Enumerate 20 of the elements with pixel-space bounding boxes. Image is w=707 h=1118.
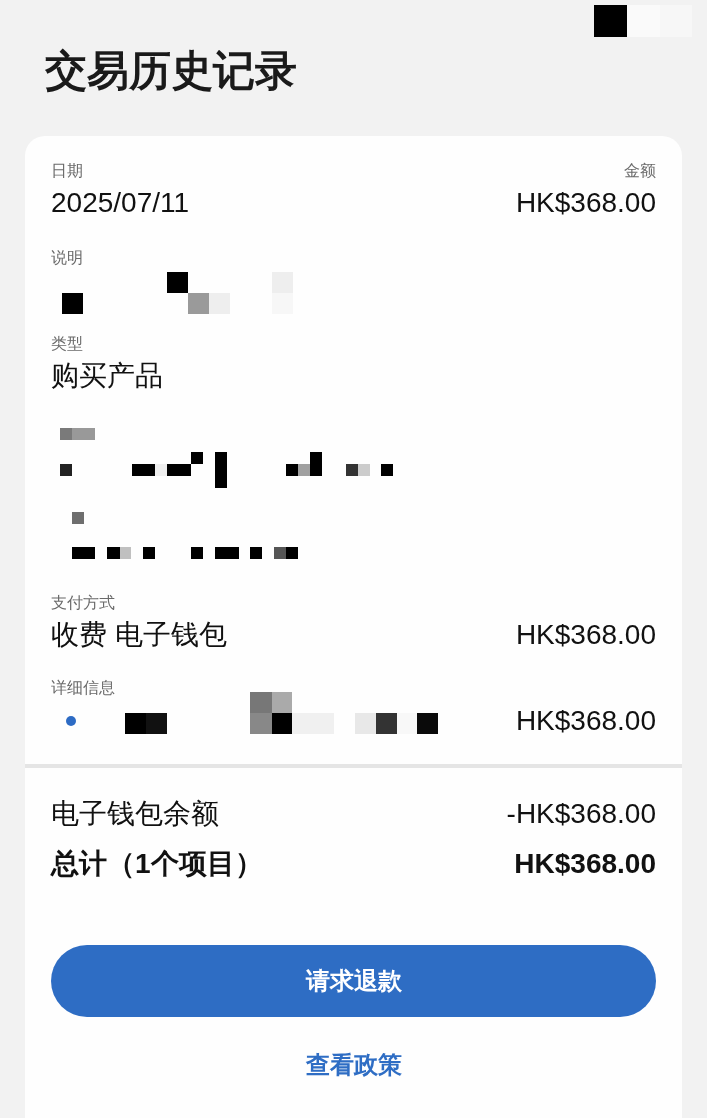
total-label: 总计（1个项目） bbox=[51, 847, 263, 881]
field-value: 收费 电子钱包 bbox=[51, 618, 227, 652]
summary-label: 电子钱包余额 bbox=[51, 797, 219, 831]
amount-value: HK$368.00 bbox=[515, 186, 656, 220]
field-label: 日期 bbox=[51, 161, 83, 181]
field-label: 详细信息 bbox=[51, 678, 115, 698]
amount-value: HK$368.00 bbox=[515, 618, 656, 652]
refund-button[interactable]: 请求退款 bbox=[51, 945, 656, 1017]
field-value: 2025/07/11 bbox=[51, 186, 190, 220]
summary-amount: -HK$368.00 bbox=[506, 797, 656, 831]
field-label: 说明 bbox=[51, 248, 83, 268]
field-label: 支付方式 bbox=[51, 593, 115, 613]
policy-link[interactable]: 查看政策 bbox=[305, 1048, 402, 1082]
field-label: 类型 bbox=[51, 334, 83, 354]
page-title: 交易历史记录 bbox=[45, 46, 298, 96]
field-label: 金额 bbox=[624, 161, 656, 181]
total-amount: HK$368.00 bbox=[514, 847, 656, 881]
amount-value: HK$368.00 bbox=[515, 704, 656, 738]
field-value: 购买产品 bbox=[51, 359, 163, 393]
bullet-icon bbox=[66, 716, 76, 726]
